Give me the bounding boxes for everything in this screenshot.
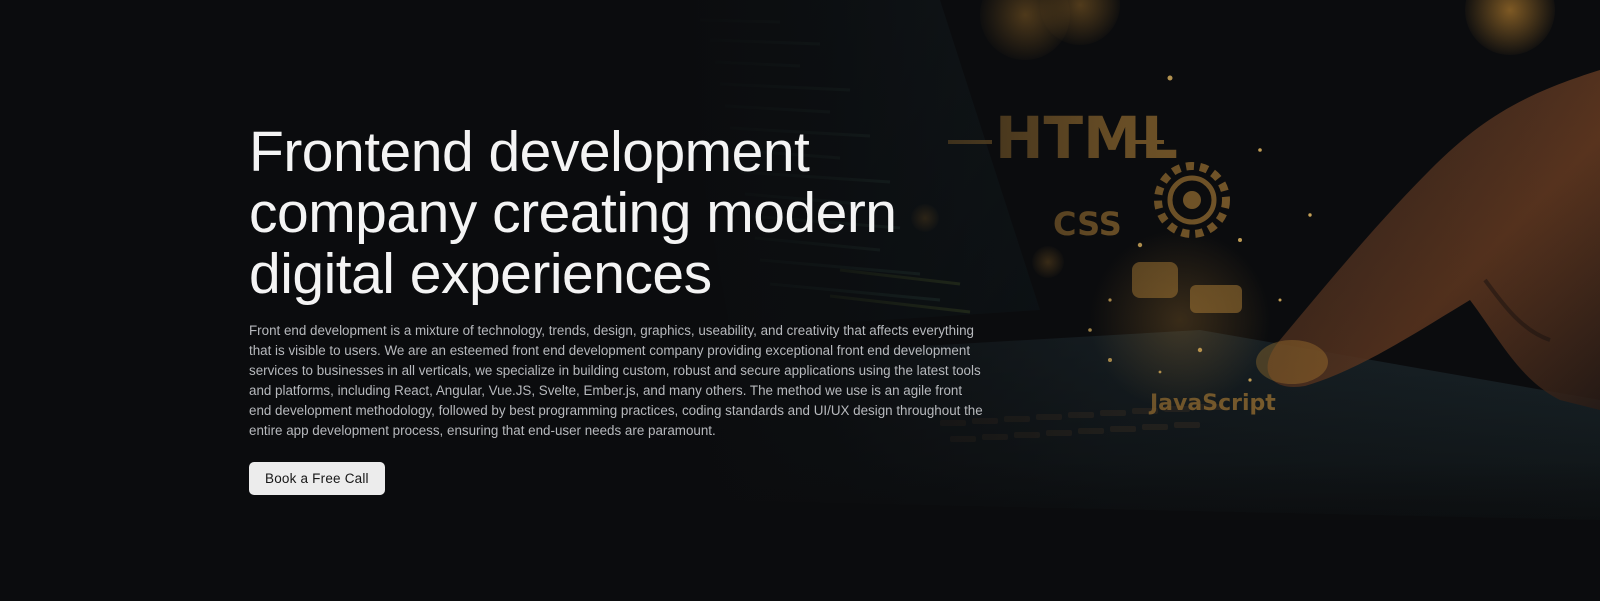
gear-icon bbox=[1154, 162, 1230, 238]
hero-description: Front end development is a mixture of te… bbox=[249, 323, 983, 438]
hero-section: HTML CSS JavaScript bbox=[0, 0, 1600, 601]
book-free-call-button[interactable]: Book a Free Call bbox=[249, 462, 385, 495]
html-glyph: HTML bbox=[995, 104, 1178, 172]
hero-title: Frontend development company creating mo… bbox=[249, 120, 897, 306]
hero-content: Frontend development company creating mo… bbox=[249, 122, 989, 495]
css-glyph: CSS bbox=[1053, 205, 1122, 243]
